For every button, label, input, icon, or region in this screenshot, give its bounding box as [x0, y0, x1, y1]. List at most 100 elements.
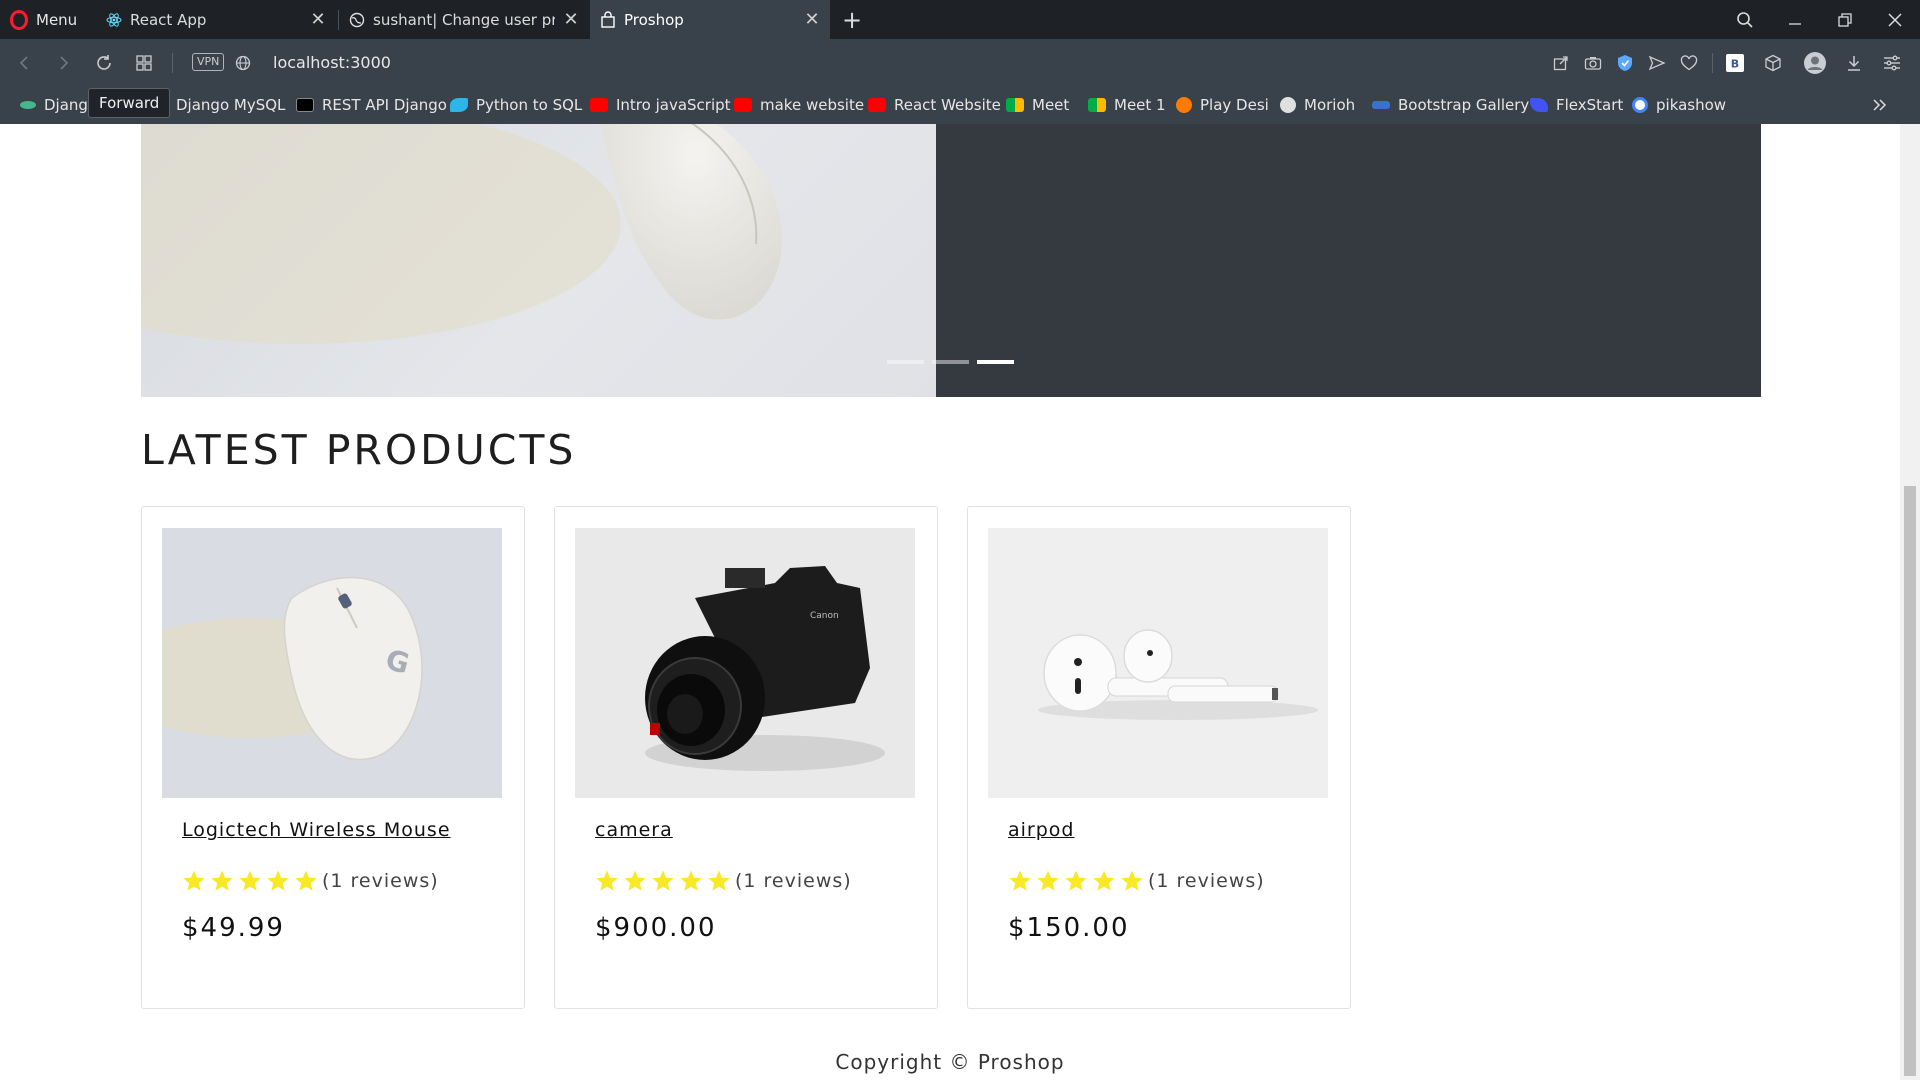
carousel-indicator[interactable] [887, 360, 924, 364]
search-tabs-icon[interactable] [1725, 0, 1765, 39]
camera-snapshot-icon[interactable] [1575, 39, 1611, 86]
product-price: $150.00 [1008, 913, 1130, 943]
bookmark-label: Bootstrap Gallery [1398, 96, 1530, 114]
bird-icon [450, 98, 468, 112]
url-field[interactable]: localhost:3000 [273, 39, 391, 86]
star-icon [1009, 870, 1031, 891]
profile-avatar-icon[interactable] [1797, 39, 1833, 86]
product-image-mouse[interactable]: G [162, 528, 502, 798]
bookmark-label: Intro javaScript [616, 96, 731, 114]
adblock-shield-icon[interactable] [1607, 39, 1643, 86]
bookmark-item[interactable]: Intro javaScript [590, 86, 731, 124]
star-icon [680, 870, 702, 891]
opera-menu-button[interactable]: Menu [0, 0, 96, 39]
product-carousel[interactable] [141, 124, 1761, 397]
bookmark-label: Meet 1 [1114, 96, 1166, 114]
google-icon [1632, 97, 1648, 113]
bootstrap-extension-icon[interactable]: B [1717, 39, 1753, 86]
download-icon[interactable] [1836, 39, 1872, 86]
toolbar-divider [1712, 53, 1713, 73]
bookmark-item[interactable]: Meet [1006, 86, 1069, 124]
close-window-button[interactable] [1875, 0, 1915, 39]
product-name-link[interactable]: camera [595, 819, 673, 841]
react-logo-icon [106, 12, 122, 27]
star-icon [1121, 870, 1143, 891]
play-icon [1176, 97, 1192, 113]
tiles-icon[interactable] [126, 39, 162, 86]
star-icon [183, 870, 205, 891]
carousel-indicator[interactable] [932, 360, 969, 364]
forward-button[interactable] [46, 39, 82, 86]
product-image-camera[interactable]: Canon [575, 528, 915, 798]
site-info-globe-icon[interactable] [225, 39, 261, 86]
star-icon [624, 870, 646, 891]
reload-icon[interactable] [86, 39, 122, 86]
star-icon [295, 870, 317, 891]
youtube-icon [734, 98, 752, 112]
tab-proshop[interactable]: Proshop ✕ [590, 0, 830, 39]
star-icon [211, 870, 233, 891]
easy-setup-icon[interactable] [1874, 39, 1910, 86]
bookmark-label: Meet [1032, 96, 1070, 114]
carousel-indicators [887, 360, 1014, 364]
shopping-bag-icon [601, 10, 615, 28]
product-card: G Logictech Wireless Mouse (1 reviews) $… [141, 506, 525, 1009]
heart-icon[interactable] [1671, 39, 1707, 86]
bookmark-label: Django MySQL [176, 96, 286, 114]
tab-react-app[interactable]: React App ✕ [96, 0, 336, 39]
bookmark-item[interactable]: Django MySQL [158, 86, 285, 124]
bookmark-label: pikashow [1656, 96, 1727, 114]
send-icon[interactable] [1639, 39, 1675, 86]
bookmark-label: REST API Django [322, 96, 447, 114]
product-name-link[interactable]: airpod [1008, 819, 1074, 841]
bookmark-item[interactable]: React Website [868, 86, 1001, 124]
close-tab-icon[interactable]: ✕ [804, 9, 820, 30]
vpn-badge[interactable]: VPN [192, 53, 225, 71]
bookmark-item[interactable]: Meet 1 [1088, 86, 1166, 124]
bookmark-item[interactable]: FlexStart [1530, 86, 1623, 124]
bookmark-item[interactable]: Play Desi [1176, 86, 1269, 124]
tab-change-user-profile[interactable]: sushant| Change user profi ✕ [339, 0, 589, 39]
bookmark-item[interactable]: Morioh [1280, 86, 1355, 124]
morioh-icon [1280, 97, 1296, 113]
close-tab-icon[interactable]: ✕ [563, 9, 579, 30]
bookmark-item[interactable]: Python to SQL [450, 86, 582, 124]
svg-text:B: B [1731, 57, 1739, 70]
new-tab-button[interactable]: + [836, 0, 868, 39]
carousel-slide-image[interactable] [141, 124, 936, 397]
product-image-airpod[interactable] [988, 528, 1328, 798]
bookmark-item[interactable]: make website [734, 86, 864, 124]
star-icon [652, 870, 674, 891]
minimize-window-button[interactable] [1775, 0, 1815, 39]
product-rating: (1 reviews) [1008, 869, 1265, 893]
svg-text:Canon: Canon [810, 611, 839, 621]
page-scrollbar[interactable] [1900, 124, 1920, 1080]
bookmark-item[interactable]: pikashow [1632, 86, 1726, 124]
restore-window-button[interactable] [1825, 0, 1865, 39]
bookmark-label: Djang [44, 96, 88, 114]
star-icon [1037, 870, 1059, 891]
django-icon [20, 101, 36, 109]
bookmark-item[interactable]: REST API Django [296, 86, 447, 124]
bookmark-item[interactable]: Djang [20, 86, 88, 124]
carousel-indicator-active[interactable] [977, 360, 1014, 364]
share-icon[interactable] [1543, 39, 1579, 86]
back-button[interactable] [6, 39, 42, 86]
more-bookmarks-chevron-icon[interactable] [1872, 86, 1888, 124]
footer-copyright: Copyright © Proshop [835, 1050, 1065, 1074]
product-price: $49.99 [182, 913, 285, 943]
extensions-cube-icon[interactable] [1755, 39, 1791, 86]
latest-products-heading: LATEST PRODUCTS [141, 426, 577, 474]
youtube-icon [590, 98, 608, 112]
bookmark-item[interactable]: Bootstrap Gallery [1372, 86, 1529, 124]
close-tab-icon[interactable]: ✕ [310, 9, 326, 30]
bookmark-label: make website [760, 96, 865, 114]
tab-title: React App [130, 10, 207, 29]
scrollbar-thumb[interactable] [1904, 486, 1916, 1076]
product-card: airpod (1 reviews) $150.00 [967, 506, 1351, 1009]
bookmarks-bar: Djang Django MySQL REST API Django Pytho… [0, 86, 1920, 124]
star-icon [1065, 870, 1087, 891]
page-content: LATEST PRODUCTS G Logictech Wireless Mou… [0, 124, 1900, 1080]
product-name-link[interactable]: Logictech Wireless Mouse [182, 819, 451, 841]
bookmark-label: FlexStart [1556, 96, 1624, 114]
